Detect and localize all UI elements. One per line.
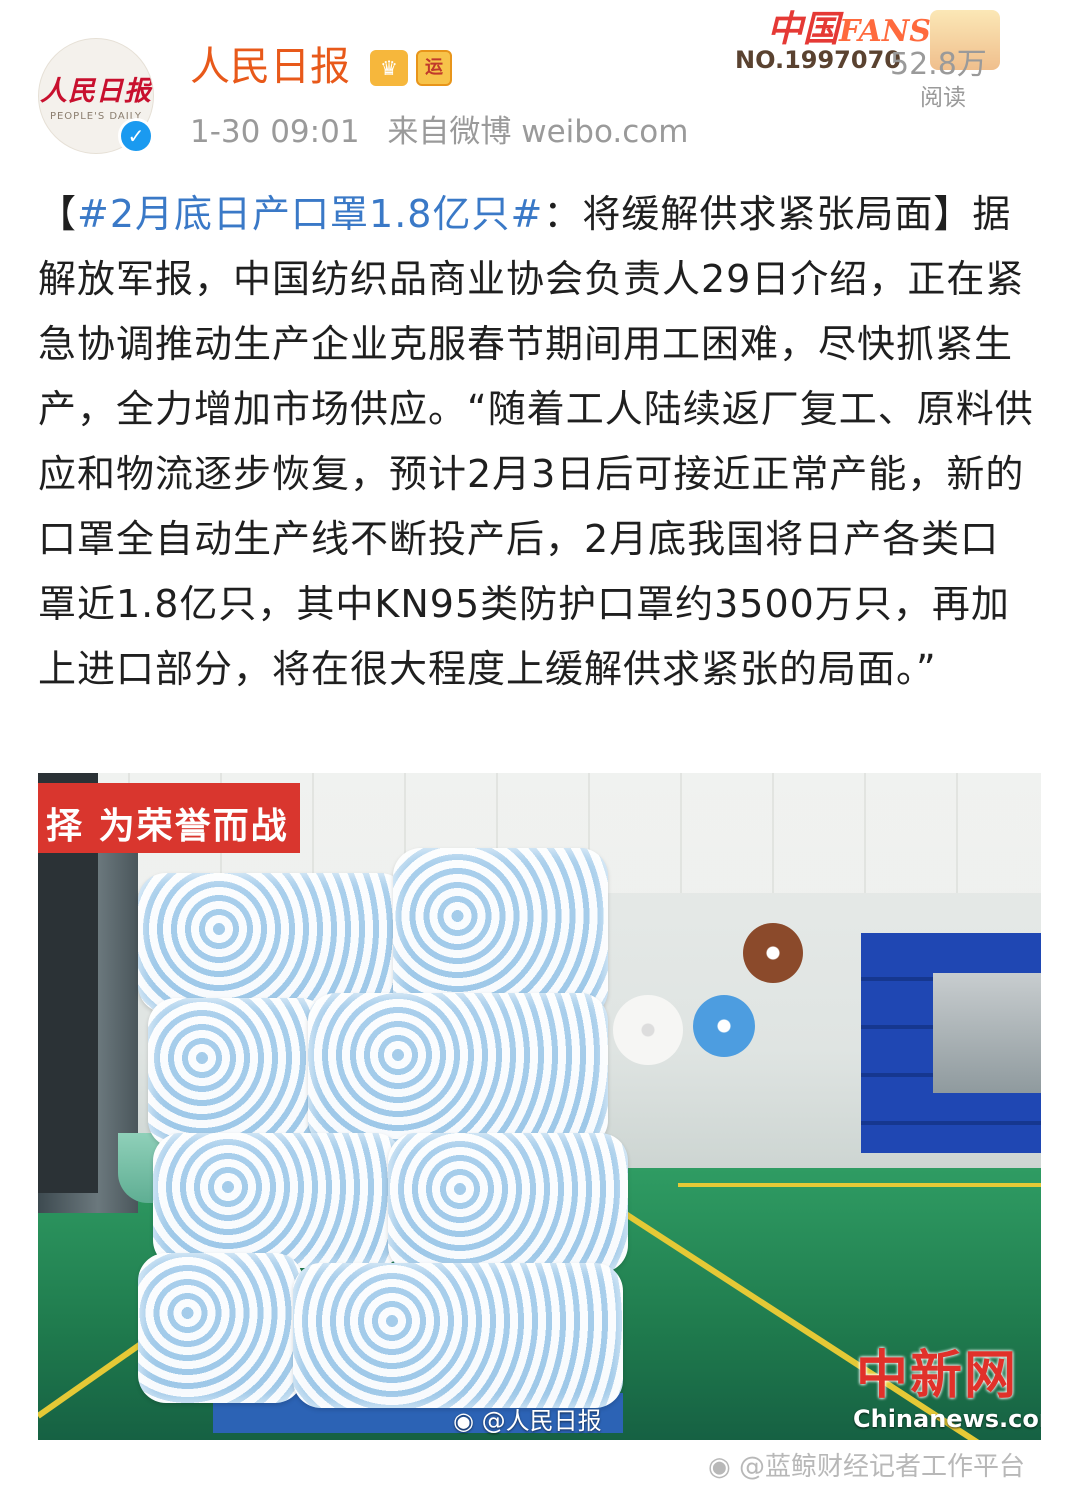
material-roll xyxy=(743,923,803,983)
fans-title-cn: 中国 xyxy=(767,8,840,50)
banner-prefix: 择 xyxy=(46,805,85,847)
bracket-open: 【 xyxy=(38,192,78,236)
hashtag-link[interactable]: #2月底日产口罩1.8亿只# xyxy=(77,192,543,236)
mask-stack xyxy=(138,833,638,1418)
mask-package xyxy=(293,1263,623,1408)
mask-package xyxy=(138,1253,303,1403)
fans-badge-title: 中国FANS xyxy=(767,0,931,52)
fans-number: NO.1997070 xyxy=(735,46,901,74)
mask-package xyxy=(388,1133,628,1273)
mask-package xyxy=(308,993,608,1148)
avatar-logo: 人民日报 xyxy=(40,76,152,107)
read-count: 52.8万 xyxy=(890,47,987,82)
post-headline: ：将缓解供求紧张局面】 xyxy=(543,192,973,236)
crown-icon[interactable]: ♛ xyxy=(370,50,408,86)
username[interactable]: 人民日报 xyxy=(190,44,350,90)
mask-package xyxy=(153,1133,403,1268)
fans-badge[interactable]: 中国FANS NO.1997070 xyxy=(735,0,1035,90)
weibo-icon: ◉ xyxy=(453,1407,474,1435)
read-count-label: 阅读 xyxy=(920,85,966,111)
photo-machine-right xyxy=(933,973,1041,1093)
chinanews-url: Chinanews.com xyxy=(853,1405,1041,1433)
verified-check-icon: ✓ xyxy=(118,118,154,154)
weibo-icon: ◉ xyxy=(708,1452,731,1482)
chinanews-logo: 中新网 xyxy=(856,1345,1019,1406)
photo-weibo-watermark: ◉ @人民日报 xyxy=(453,1401,602,1436)
floor-marking-line xyxy=(678,1183,1041,1187)
post-source: 来自微博 weibo.com xyxy=(387,114,689,150)
post-meta: 1-30 09:01 来自微博 weibo.com xyxy=(190,112,688,152)
photo-watermark-text: @人民日报 xyxy=(481,1407,602,1435)
post-time: 1-30 09:01 xyxy=(190,114,360,150)
footer-watermark-text: @蓝鲸财经记者工作平台 xyxy=(738,1452,1025,1482)
post-text: 【#2月底日产口罩1.8亿只#：将缓解供求紧张局面】据解放军报，中国纺织品商业协… xyxy=(38,182,1038,702)
footer-watermark: ◉ @蓝鲸财经记者工作平台 xyxy=(708,1450,1025,1484)
material-roll xyxy=(693,995,755,1057)
fans-title-en: FANS xyxy=(839,14,931,49)
mask-package xyxy=(138,873,408,1013)
post-body: 据解放军报，中国纺织品商业协会负责人29日介绍，正在紧急协调推动生产企业克服春节… xyxy=(38,192,1034,691)
yun-badge[interactable]: 运 xyxy=(416,50,452,86)
post-photo[interactable]: 择 为荣誉而战 ◉ @人民日报 中新网 Chinanews.com xyxy=(38,773,1041,1440)
mask-package xyxy=(148,998,328,1148)
